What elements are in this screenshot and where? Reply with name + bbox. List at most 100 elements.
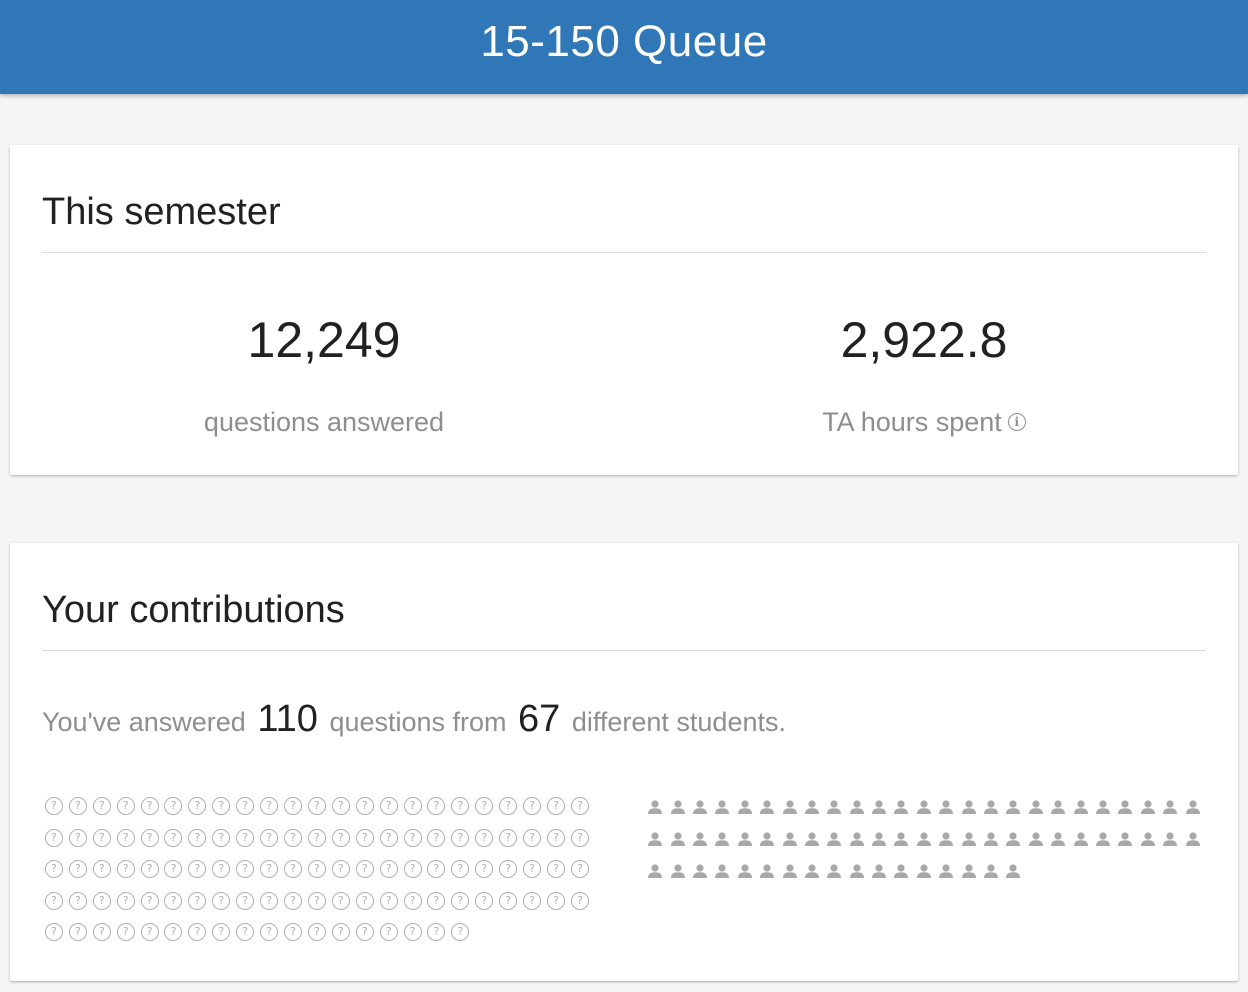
person-icon [1139,829,1157,848]
help-circle-icon: ? [546,797,565,815]
person-icon [915,829,933,848]
students-count: 67 [518,698,561,740]
person-icon [1139,797,1157,816]
help-circle-icon: ? [427,891,446,910]
person-icon [1027,829,1045,848]
help-circle-icon: ? [116,860,135,878]
help-circle-icon: ? [44,860,63,878]
help-circle-icon: ? [403,828,422,847]
help-circle-icon: ? [164,923,183,941]
help-circle-icon: ? [164,860,183,878]
summary-middle: questions from [329,707,507,737]
help-circle-icon: ? [379,797,398,815]
help-circle-icon: ? [116,923,135,941]
help-circle-icon: ? [451,923,470,941]
help-circle-icon: ? [355,797,374,815]
help-circle-icon: ? [523,891,542,910]
person-icon [803,829,821,848]
help-circle-icon: ? [523,860,542,878]
help-circle-icon: ? [355,891,374,910]
ta-hours-value: 2,922.8 [840,312,1008,368]
person-icon [668,797,686,816]
help-circle-icon: ? [140,891,159,910]
help-circle-icon: ? [212,797,231,815]
person-icon [1161,829,1179,848]
help-circle-icon: ? [331,797,350,815]
help-circle-icon: ? [164,797,183,815]
person-icon [691,797,709,816]
help-circle-icon: ? [331,828,350,847]
info-icon[interactable]: i [1007,413,1026,431]
person-icon [915,861,933,880]
ta-hours-stat: 2,922.8 TA hours spent i [624,315,1224,438]
person-icon [736,861,754,880]
person-icon [825,829,843,848]
person-icon [780,829,798,848]
help-circle-icon: ? [451,828,470,847]
questions-answered-value: 12,249 [247,312,401,368]
help-circle-icon: ? [284,923,303,941]
help-circle-icon: ? [451,860,470,878]
help-circle-icon: ? [260,797,279,815]
contributions-title: Your contributions [42,589,345,631]
help-circle-icon: ? [427,923,446,941]
help-circle-icon: ? [546,828,565,847]
person-icon [803,861,821,880]
help-circle-icon: ? [188,891,207,910]
person-icon [937,861,955,880]
person-icon [646,797,664,816]
person-icon [1183,829,1201,848]
person-icon [1116,797,1134,816]
help-circle-icon: ? [92,891,111,910]
help-circle-icon: ? [260,860,279,878]
help-circle-icon: ? [140,797,159,815]
person-icon [736,797,754,816]
person-icon [1071,829,1089,848]
help-circle-icon: ? [523,828,542,847]
help-circle-icon: ? [427,797,446,815]
help-circle-icon: ? [331,860,350,878]
help-circle-icon: ? [140,828,159,847]
person-icon [780,861,798,880]
contributions-divider [42,650,1206,651]
help-circle-icon: ? [451,891,470,910]
help-circle-icon: ? [355,860,374,878]
person-icon [803,797,821,816]
help-circle-icon: ? [140,860,159,878]
summary-suffix: different students. [571,707,786,737]
help-circle-icon: ? [307,891,326,910]
help-circle-icon: ? [212,828,231,847]
questions-icon-grid: ????????????????????????????????????????… [42,791,612,949]
help-circle-icon: ? [164,828,183,847]
help-circle-icon: ? [499,797,518,815]
help-circle-icon: ? [44,891,63,910]
person-icon [870,861,888,880]
help-circle-icon: ? [260,828,279,847]
person-icon [848,797,866,816]
students-icon-grid [644,791,1214,887]
contributions-card: Your contributions You've answered 110 q… [10,543,1238,981]
help-circle-icon: ? [164,891,183,910]
help-circle-icon: ? [212,891,231,910]
help-circle-icon: ? [116,797,135,815]
help-circle-icon: ? [355,923,374,941]
person-icon [668,861,686,880]
help-circle-icon: ? [307,923,326,941]
person-icon [691,861,709,880]
semester-divider [42,252,1206,253]
person-icon [1049,829,1067,848]
person-icon [758,829,776,848]
help-circle-icon: ? [236,797,255,815]
help-circle-icon: ? [284,891,303,910]
help-circle-icon: ? [570,828,589,847]
summary-prefix: You've answered [42,707,246,737]
person-icon [825,861,843,880]
help-circle-icon: ? [570,860,589,878]
person-icon [959,861,977,880]
help-circle-icon: ? [284,828,303,847]
help-circle-icon: ? [307,797,326,815]
person-icon [982,797,1000,816]
questions-answered-stat: 12,249 questions answered [24,315,624,438]
person-icon [937,797,955,816]
help-circle-icon: ? [403,891,422,910]
